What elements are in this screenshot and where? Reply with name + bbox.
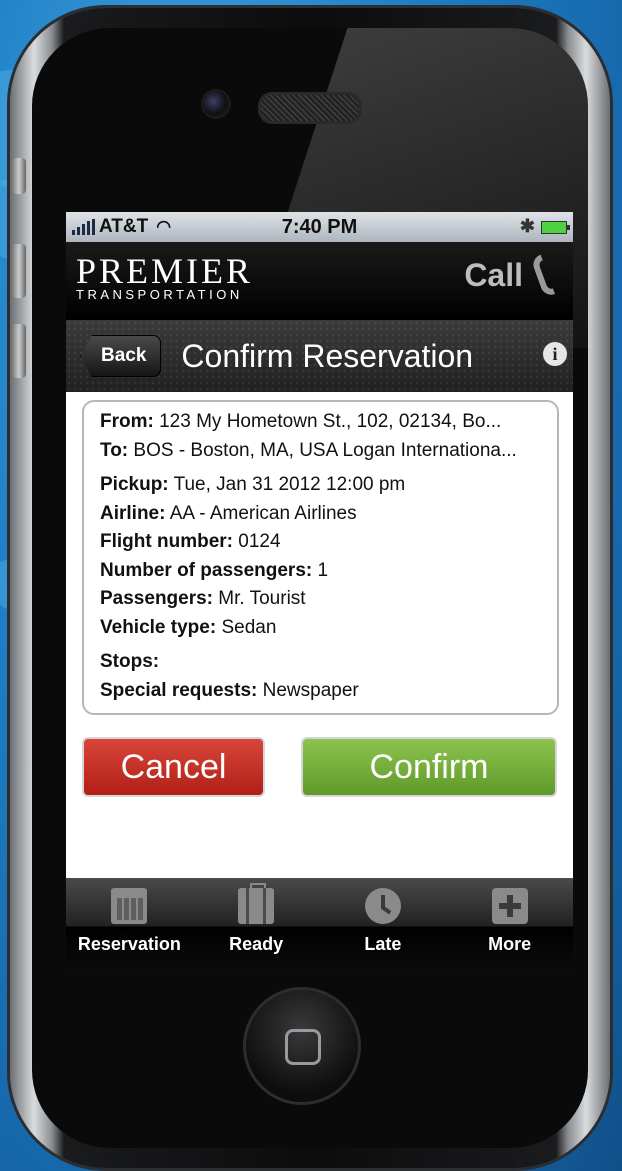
battery-icon [541,221,570,234]
volume-down-button [12,324,26,378]
volume-up-button [12,244,26,298]
call-label: Call [464,256,523,293]
tab-ready[interactable]: Ready [193,878,320,974]
tab-bar: Reservation Ready Late More [66,878,573,974]
home-button[interactable] [243,987,361,1105]
detail-flight-number: Flight number: 0124 [100,531,281,552]
tab-label: More [488,934,532,954]
bluetooth-icon: ✱ [519,216,535,236]
reservation-details-card: From: 123 My Hometown St., 102, 02134, B… [82,400,559,715]
detail-special-requests: Special requests: Newspaper [100,679,359,701]
tab-label: Reservation [77,934,181,954]
brand-name: PREMIER [76,251,254,291]
calendar-icon [111,888,148,924]
tab-label: Ready [229,934,284,954]
action-buttons: Cancel Confirm [82,737,557,797]
phone-handset-icon [527,251,566,299]
status-time: 7:40 PM [281,215,358,238]
tab-late[interactable]: Late [320,878,447,974]
detail-pickup: Pickup: Tue, Jan 31 2012 12:00 pm [100,474,406,495]
detail-vehicle-type: Vehicle type: Sedan [100,616,277,638]
mute-switch [12,158,26,194]
plus-icon [491,888,528,924]
briefcase-icon [238,883,275,924]
tab-reservation[interactable]: Reservation [66,878,193,974]
page-title: Confirm Reservation [181,337,474,374]
status-bar: AT&T ◠ 7:40 PM ✱ [66,212,573,242]
tab-label: Late [364,934,402,954]
info-icon[interactable]: i [543,342,567,366]
detail-stops: Stops: [100,651,160,672]
app-header: PREMIER TRANSPORTATION Call [66,242,573,320]
confirm-button[interactable]: Confirm [301,737,557,797]
earpiece-speaker [258,92,362,124]
brand-subtitle: TRANSPORTATION [76,287,243,302]
front-camera [201,89,231,119]
home-square-icon [285,1029,321,1065]
detail-from: From: 123 My Hometown St., 102, 02134, B… [100,411,502,432]
detail-passengers: Passengers: Mr. Tourist [100,588,306,609]
call-button[interactable]: Call [464,254,559,296]
navigation-bar: Back Confirm Reservation i [66,320,573,392]
app-screen: AT&T ◠ 7:40 PM ✱ PREMIER TRANSPORTATION … [66,212,573,974]
detail-airline: Airline: AA - American Airlines [100,502,357,524]
back-button[interactable]: Back [80,335,162,377]
cancel-button[interactable]: Cancel [82,737,265,797]
clock-icon [364,888,401,924]
detail-to: To: BOS - Boston, MA, USA Logan Internat… [100,439,517,461]
brand-logo: PREMIER TRANSPORTATION [76,251,254,302]
tab-more[interactable]: More [446,878,573,974]
detail-passenger-count: Number of passengers: 1 [100,559,329,581]
